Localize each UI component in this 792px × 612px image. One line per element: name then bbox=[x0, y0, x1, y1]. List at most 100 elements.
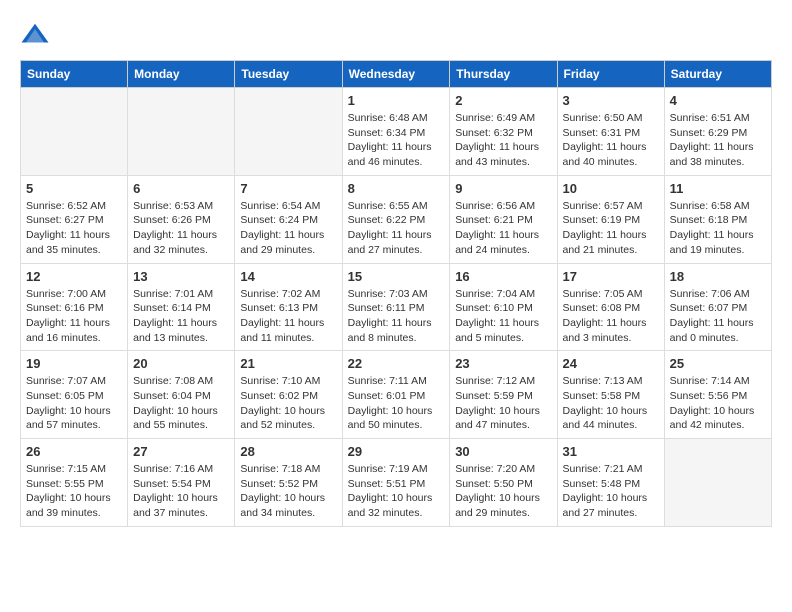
day-number: 13 bbox=[133, 269, 229, 284]
day-number: 12 bbox=[26, 269, 122, 284]
column-header-wednesday: Wednesday bbox=[342, 61, 450, 88]
day-info: Sunrise: 7:07 AM Sunset: 6:05 PM Dayligh… bbox=[26, 374, 122, 433]
calendar-cell: 8Sunrise: 6:55 AM Sunset: 6:22 PM Daylig… bbox=[342, 175, 450, 263]
day-number: 4 bbox=[670, 93, 766, 108]
calendar-cell: 26 Sunrise: 7:15 AM Sunset: 5:55 PM Dayli… bbox=[21, 439, 128, 527]
day-info: Sunrise: 6:54 AM Sunset: 6:24 PM Dayligh… bbox=[240, 199, 336, 258]
day-info: Sunrise: 7:08 AM Sunset: 6:04 PM Dayligh… bbox=[133, 374, 229, 433]
day-info: Sunrise: 6:50 AM Sunset: 6:31 PM Dayligh… bbox=[563, 111, 659, 170]
calendar-cell: 17 Sunrise: 7:05 AM Sunset: 6:08 PM Dayli… bbox=[557, 263, 664, 351]
day-info: Sunrise: 6:51 AM Sunset: 6:29 PM Dayligh… bbox=[670, 111, 766, 170]
calendar-cell: 29Sunrise: 7:19 AM Sunset: 5:51 PM Dayli… bbox=[342, 439, 450, 527]
header-row: SundayMondayTuesdayWednesdayThursdayFrid… bbox=[21, 61, 772, 88]
calendar-cell: 13 Sunrise: 7:01 AM Sunset: 6:14 PM Dayli… bbox=[128, 263, 235, 351]
day-info: Sunrise: 6:56 AM Sunset: 6:21 PM Dayligh… bbox=[455, 199, 551, 258]
day-info: Sunrise: 7:11 AM Sunset: 6:01 PM Dayligh… bbox=[348, 374, 445, 433]
day-number: 30 bbox=[455, 444, 551, 459]
calendar-cell: 27 Sunrise: 7:16 AM Sunset: 5:54 PM Dayli… bbox=[128, 439, 235, 527]
day-number: 21 bbox=[240, 356, 336, 371]
day-number: 2 bbox=[455, 93, 551, 108]
week-row-1: 1 Sunrise: 6:48 AM Sunset: 6:34 PM Daylig… bbox=[21, 88, 772, 176]
calendar-cell: 16 Sunrise: 7:04 AM Sunset: 6:10 PM Dayli… bbox=[450, 263, 557, 351]
week-row-2: 5 Sunrise: 6:52 AM Sunset: 6:27 PM Daylig… bbox=[21, 175, 772, 263]
day-info: Sunrise: 7:02 AM Sunset: 6:13 PM Dayligh… bbox=[240, 287, 336, 346]
day-info: Sunrise: 6:58 AM Sunset: 6:18 PM Dayligh… bbox=[670, 199, 766, 258]
calendar-cell: 4 Sunrise: 6:51 AM Sunset: 6:29 PM Daylig… bbox=[664, 88, 771, 176]
calendar-cell bbox=[664, 439, 771, 527]
day-number: 26 bbox=[26, 444, 122, 459]
calendar-cell: 18 Sunrise: 7:06 AM Sunset: 6:07 PM Dayli… bbox=[664, 263, 771, 351]
calendar-cell: 14 Sunrise: 7:02 AM Sunset: 6:13 PM Dayli… bbox=[235, 263, 342, 351]
day-number: 29 bbox=[348, 444, 445, 459]
calendar-cell: 7 Sunrise: 6:54 AM Sunset: 6:24 PM Daylig… bbox=[235, 175, 342, 263]
day-info: Sunrise: 7:12 AM Sunset: 5:59 PM Dayligh… bbox=[455, 374, 551, 433]
day-number: 9 bbox=[455, 181, 551, 196]
day-number: 25 bbox=[670, 356, 766, 371]
day-info: Sunrise: 6:49 AM Sunset: 6:32 PM Dayligh… bbox=[455, 111, 551, 170]
day-info: Sunrise: 7:00 AM Sunset: 6:16 PM Dayligh… bbox=[26, 287, 122, 346]
day-number: 19 bbox=[26, 356, 122, 371]
day-number: 22 bbox=[348, 356, 445, 371]
calendar-cell: 28 Sunrise: 7:18 AM Sunset: 5:52 PM Dayli… bbox=[235, 439, 342, 527]
day-number: 15 bbox=[348, 269, 445, 284]
day-number: 28 bbox=[240, 444, 336, 459]
day-number: 14 bbox=[240, 269, 336, 284]
day-info: Sunrise: 7:21 AM Sunset: 5:48 PM Dayligh… bbox=[563, 462, 659, 521]
day-number: 27 bbox=[133, 444, 229, 459]
logo-icon bbox=[20, 20, 50, 50]
week-row-3: 12 Sunrise: 7:00 AM Sunset: 6:16 PM Dayli… bbox=[21, 263, 772, 351]
calendar-cell: 15 Sunrise: 7:03 AM Sunset: 6:11 PM Dayli… bbox=[342, 263, 450, 351]
day-info: Sunrise: 7:15 AM Sunset: 5:55 PM Dayligh… bbox=[26, 462, 122, 521]
day-number: 3 bbox=[563, 93, 659, 108]
day-info: Sunrise: 6:57 AM Sunset: 6:19 PM Dayligh… bbox=[563, 199, 659, 258]
day-number: 8 bbox=[348, 181, 445, 196]
day-info: Sunrise: 7:05 AM Sunset: 6:08 PM Dayligh… bbox=[563, 287, 659, 346]
week-row-4: 19 Sunrise: 7:07 AM Sunset: 6:05 PM Dayli… bbox=[21, 351, 772, 439]
day-info: Sunrise: 6:48 AM Sunset: 6:34 PM Dayligh… bbox=[348, 111, 445, 170]
day-number: 31 bbox=[563, 444, 659, 459]
calendar-cell: 24Sunrise: 7:13 AM Sunset: 5:58 PM Dayli… bbox=[557, 351, 664, 439]
calendar-cell: 5 Sunrise: 6:52 AM Sunset: 6:27 PM Daylig… bbox=[21, 175, 128, 263]
calendar-cell: 30 Sunrise: 7:20 AM Sunset: 5:50 PM Dayli… bbox=[450, 439, 557, 527]
day-info: Sunrise: 7:04 AM Sunset: 6:10 PM Dayligh… bbox=[455, 287, 551, 346]
calendar-cell: 19 Sunrise: 7:07 AM Sunset: 6:05 PM Dayli… bbox=[21, 351, 128, 439]
day-info: Sunrise: 7:14 AM Sunset: 5:56 PM Dayligh… bbox=[670, 374, 766, 433]
day-number: 5 bbox=[26, 181, 122, 196]
calendar-cell: 20Sunrise: 7:08 AM Sunset: 6:04 PM Dayli… bbox=[128, 351, 235, 439]
day-number: 18 bbox=[670, 269, 766, 284]
calendar-cell: 3 Sunrise: 6:50 AM Sunset: 6:31 PM Daylig… bbox=[557, 88, 664, 176]
day-info: Sunrise: 7:18 AM Sunset: 5:52 PM Dayligh… bbox=[240, 462, 336, 521]
calendar-cell: 22 Sunrise: 7:11 AM Sunset: 6:01 PM Dayli… bbox=[342, 351, 450, 439]
calendar-cell bbox=[128, 88, 235, 176]
column-header-friday: Friday bbox=[557, 61, 664, 88]
day-number: 23 bbox=[455, 356, 551, 371]
calendar-cell: 23 Sunrise: 7:12 AM Sunset: 5:59 PM Dayli… bbox=[450, 351, 557, 439]
day-info: Sunrise: 7:03 AM Sunset: 6:11 PM Dayligh… bbox=[348, 287, 445, 346]
day-info: Sunrise: 7:10 AM Sunset: 6:02 PM Dayligh… bbox=[240, 374, 336, 433]
calendar-cell: 6Sunrise: 6:53 AM Sunset: 6:26 PM Daylig… bbox=[128, 175, 235, 263]
day-number: 7 bbox=[240, 181, 336, 196]
calendar-cell: 31 Sunrise: 7:21 AM Sunset: 5:48 PM Dayli… bbox=[557, 439, 664, 527]
column-header-tuesday: Tuesday bbox=[235, 61, 342, 88]
day-info: Sunrise: 6:52 AM Sunset: 6:27 PM Dayligh… bbox=[26, 199, 122, 258]
calendar-cell: 1 Sunrise: 6:48 AM Sunset: 6:34 PM Daylig… bbox=[342, 88, 450, 176]
page-header bbox=[20, 20, 772, 50]
day-info: Sunrise: 7:16 AM Sunset: 5:54 PM Dayligh… bbox=[133, 462, 229, 521]
day-number: 6 bbox=[133, 181, 229, 196]
day-number: 1 bbox=[348, 93, 445, 108]
column-header-monday: Monday bbox=[128, 61, 235, 88]
day-info: Sunrise: 7:01 AM Sunset: 6:14 PM Dayligh… bbox=[133, 287, 229, 346]
day-info: Sunrise: 7:06 AM Sunset: 6:07 PM Dayligh… bbox=[670, 287, 766, 346]
column-header-thursday: Thursday bbox=[450, 61, 557, 88]
week-row-5: 26 Sunrise: 7:15 AM Sunset: 5:55 PM Dayli… bbox=[21, 439, 772, 527]
day-number: 17 bbox=[563, 269, 659, 284]
calendar-cell bbox=[21, 88, 128, 176]
day-info: Sunrise: 7:20 AM Sunset: 5:50 PM Dayligh… bbox=[455, 462, 551, 521]
day-number: 24 bbox=[563, 356, 659, 371]
column-header-sunday: Sunday bbox=[21, 61, 128, 88]
calendar-cell: 12 Sunrise: 7:00 AM Sunset: 6:16 PM Dayli… bbox=[21, 263, 128, 351]
calendar-cell: 10Sunrise: 6:57 AM Sunset: 6:19 PM Dayli… bbox=[557, 175, 664, 263]
calendar-cell: 9 Sunrise: 6:56 AM Sunset: 6:21 PM Daylig… bbox=[450, 175, 557, 263]
day-number: 11 bbox=[670, 181, 766, 196]
day-number: 16 bbox=[455, 269, 551, 284]
